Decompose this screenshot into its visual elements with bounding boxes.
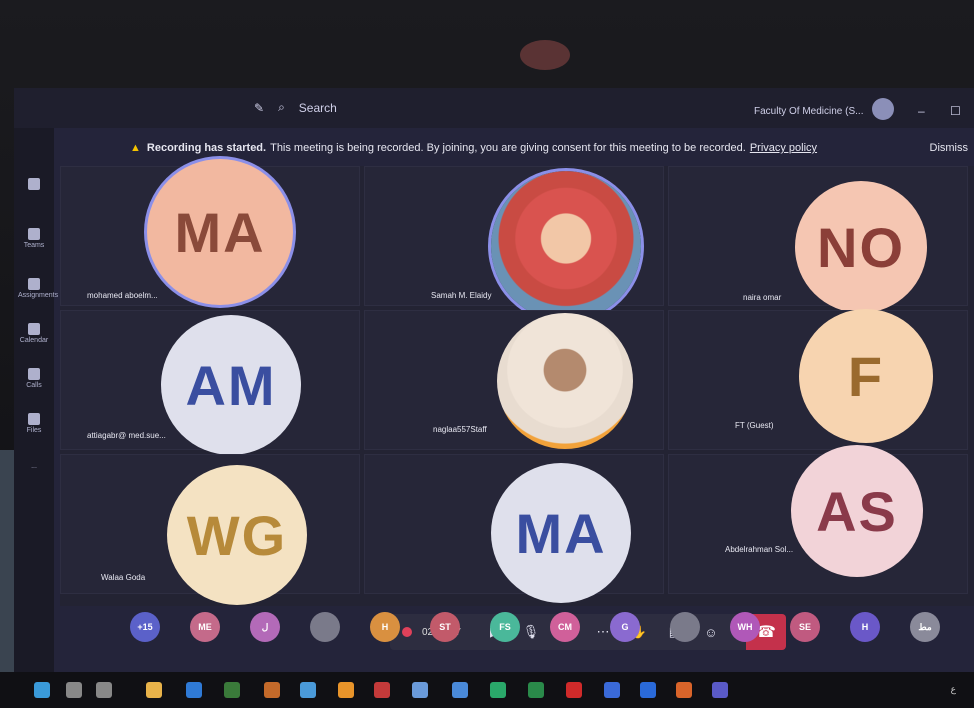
- participant-mini-avatar[interactable]: FS: [490, 612, 520, 642]
- participant-tile[interactable]: AS Abdelrahman Sol...: [668, 445, 968, 594]
- org-switcher[interactable]: Faculty Of Medicine (S...: [754, 106, 863, 117]
- store-icon[interactable]: [146, 682, 162, 698]
- assignments-icon: [28, 278, 40, 290]
- app-icon[interactable]: [676, 682, 692, 698]
- rail-files[interactable]: Files: [18, 413, 50, 434]
- participant-strip: +15 ME ل H ST FS CM G WH SE H مط: [114, 608, 974, 648]
- powerpoint-icon[interactable]: [264, 682, 280, 698]
- firefox-icon[interactable]: [338, 682, 354, 698]
- participant-mini-avatar[interactable]: SE: [790, 612, 820, 642]
- participant-mini-avatar[interactable]: ME: [190, 612, 220, 642]
- participant-mini-avatar[interactable]: H: [850, 612, 880, 642]
- minimize-button[interactable]: –: [918, 104, 925, 118]
- chrome-icon[interactable]: [490, 682, 506, 698]
- participant-mini-avatar[interactable]: [310, 612, 340, 642]
- participant-name: FT (Guest): [735, 421, 774, 430]
- files-icon: [28, 413, 40, 425]
- recording-banner: ▲ Recording has started. This meeting is…: [74, 136, 974, 160]
- teams-icon: [28, 228, 40, 240]
- windows-taskbar: ع: [0, 672, 974, 708]
- participant-tile[interactable]: MA: [364, 454, 664, 603]
- privacy-link[interactable]: Privacy policy: [750, 142, 817, 154]
- app-icon[interactable]: [604, 682, 620, 698]
- participant-mini-avatar[interactable]: WH: [730, 612, 760, 642]
- windows-start-icon[interactable]: [34, 682, 50, 698]
- participant-photo: [497, 313, 633, 449]
- participant-mini-avatar[interactable]: H: [370, 612, 400, 642]
- chat-icon: [28, 178, 40, 190]
- participant-name: naglaa557Staff: [433, 425, 487, 434]
- background-window: [0, 450, 14, 680]
- participant-tile[interactable]: F FT (Guest): [668, 309, 968, 450]
- participant-mini-avatar[interactable]: CM: [550, 612, 580, 642]
- teams-window: ✎ ⌕ Search Faculty Of Medicine (S... – ☐…: [14, 88, 974, 678]
- participant-mini-avatar[interactable]: ST: [430, 612, 460, 642]
- participant-name: Samah M. Elaidy: [431, 291, 492, 300]
- search-input[interactable]: Search: [299, 101, 337, 115]
- rail-calls[interactable]: Calls: [18, 368, 50, 389]
- participant-tile[interactable]: WG Walaa Goda: [60, 454, 360, 605]
- banner-text: This meeting is being recorded. By joini…: [270, 142, 746, 154]
- search-icon: ⌕: [278, 100, 285, 114]
- participant-name: attiagabr@ med.sue...: [87, 431, 166, 440]
- task-view-icon[interactable]: [96, 682, 112, 698]
- rail-more[interactable]: ...: [18, 463, 50, 470]
- participant-name: naira omar: [743, 293, 782, 302]
- compose-icon[interactable]: ✎: [254, 101, 264, 115]
- rail-calendar[interactable]: Calendar: [18, 323, 50, 344]
- maximize-button[interactable]: ☐: [950, 104, 961, 118]
- participant-tile[interactable]: Samah M. Elaidy: [364, 166, 664, 321]
- participant-tile[interactable]: NO naira omar: [668, 166, 968, 313]
- calendar-icon: [28, 323, 40, 335]
- app-icon[interactable]: [412, 682, 428, 698]
- participant-tile[interactable]: MA mohamed aboelm...: [60, 159, 360, 306]
- participant-avatar: AM: [161, 315, 301, 455]
- participant-avatar: MA: [491, 463, 631, 603]
- video-gallery: MA mohamed aboelm... Samah M. Elaidy NO …: [60, 159, 974, 650]
- participant-mini-avatar[interactable]: [670, 612, 700, 642]
- participant-tile[interactable]: AM attiagabr@ med.sue...: [60, 310, 360, 455]
- participant-name: Walaa Goda: [101, 573, 146, 582]
- app-icon[interactable]: [374, 682, 390, 698]
- phone-icon: [28, 368, 40, 380]
- participant-avatar: WG: [167, 465, 307, 605]
- participant-avatar: F: [799, 309, 933, 443]
- app-icon[interactable]: [300, 682, 316, 698]
- search-area[interactable]: ✎ ⌕ Search: [254, 100, 337, 115]
- excel-icon[interactable]: [528, 682, 544, 698]
- banner-title: Recording has started.: [146, 142, 267, 154]
- participant-avatar: NO: [795, 181, 927, 313]
- participant-mini-avatar[interactable]: ل: [250, 612, 280, 642]
- teams-icon[interactable]: [712, 682, 728, 698]
- pdf-icon[interactable]: [566, 682, 582, 698]
- participant-avatar: MA: [147, 159, 293, 305]
- app-rail: Teams Assignments Calendar Calls Files .…: [14, 128, 58, 678]
- participant-name: Abdelrahman Sol...: [725, 545, 794, 554]
- avatar[interactable]: [872, 98, 894, 120]
- warning-icon: ▲: [130, 142, 141, 154]
- participant-name: mohamed aboelm...: [87, 291, 158, 300]
- search-icon[interactable]: [66, 682, 82, 698]
- participant-mini-avatar[interactable]: G: [610, 612, 640, 642]
- participant-tile[interactable]: naglaa557Staff: [364, 310, 664, 450]
- edge-icon[interactable]: [186, 682, 202, 698]
- app-icon[interactable]: [224, 682, 240, 698]
- rail-chat[interactable]: [18, 178, 50, 192]
- app-icon[interactable]: [452, 682, 468, 698]
- camera-reflection: [520, 40, 570, 70]
- participant-mini-avatar[interactable]: +15: [130, 612, 160, 642]
- participant-photo: [491, 171, 641, 321]
- title-bar: ✎ ⌕ Search Faculty Of Medicine (S... – ☐: [14, 88, 974, 128]
- system-tray: ع: [950, 684, 956, 694]
- rail-assignments[interactable]: Assignments: [18, 278, 58, 299]
- participant-mini-avatar[interactable]: مط: [910, 612, 940, 642]
- participant-avatar: AS: [791, 445, 923, 577]
- rail-teams[interactable]: Teams: [18, 228, 50, 249]
- word-icon[interactable]: [640, 682, 656, 698]
- dismiss-button[interactable]: Dismiss: [930, 142, 969, 154]
